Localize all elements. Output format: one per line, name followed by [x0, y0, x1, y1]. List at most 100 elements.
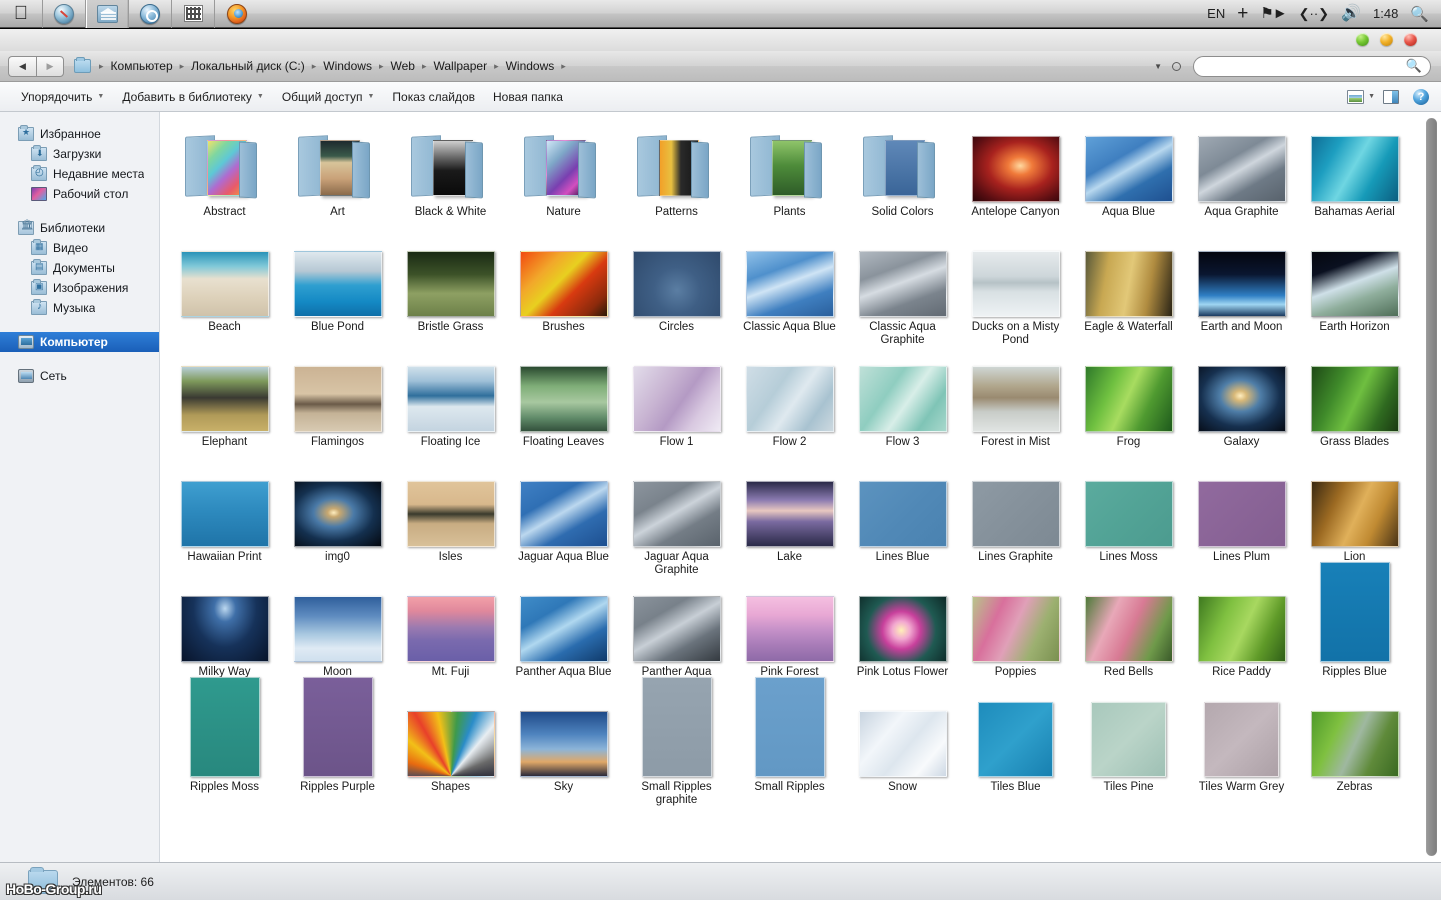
file-item[interactable]: Floating Leaves	[507, 350, 620, 465]
file-item[interactable]: Galaxy	[1185, 350, 1298, 465]
file-item[interactable]: Pink Lotus Flower	[846, 580, 959, 695]
file-manager-launcher[interactable]	[86, 0, 129, 28]
file-item[interactable]: Ripples Blue	[1298, 562, 1411, 695]
file-item[interactable]: Floating Ice	[394, 350, 507, 465]
file-list-pane[interactable]: Abstract Art Black & White Nature Patterns Pl…	[160, 112, 1441, 862]
sidebar-item-pictures[interactable]: Изображения	[0, 278, 159, 298]
file-item[interactable]: Patterns	[620, 120, 733, 235]
command-organize[interactable]: Упорядочить ▼	[12, 86, 113, 108]
file-item[interactable]: Abstract	[168, 120, 281, 235]
file-item[interactable]: Poppies	[959, 580, 1072, 695]
file-item[interactable]: Flamingos	[281, 350, 394, 465]
breadcrumb-item-3[interactable]: Web	[387, 57, 417, 75]
file-item[interactable]: Jaguar Aqua Blue	[507, 465, 620, 580]
command-slideshow[interactable]: Показ слайдов	[383, 86, 484, 108]
breadcrumb-item-4[interactable]: Wallpaper	[430, 57, 490, 75]
file-item[interactable]: Tiles Blue	[959, 695, 1072, 810]
qr-launcher[interactable]	[172, 0, 215, 28]
search-box[interactable]: 🔍	[1193, 55, 1431, 77]
file-item[interactable]: Shapes	[394, 695, 507, 810]
search-input[interactable]	[1202, 58, 1406, 74]
file-item[interactable]: Elephant	[168, 350, 281, 465]
file-item[interactable]: Frog	[1072, 350, 1185, 465]
back-button[interactable]: ◀	[8, 55, 36, 77]
file-item[interactable]: Red Bells	[1072, 580, 1185, 695]
file-item[interactable]: Grass Blades	[1298, 350, 1411, 465]
change-view-icon[interactable]	[1347, 89, 1365, 104]
file-item[interactable]: Lake	[733, 465, 846, 580]
file-item[interactable]: Ducks on a Misty Pond	[959, 235, 1072, 350]
file-item[interactable]: Bahamas Aerial	[1298, 120, 1411, 235]
file-item[interactable]: Small Ripples graphite	[620, 677, 733, 810]
file-item[interactable]: Beach	[168, 235, 281, 350]
input-language-indicator[interactable]: EN	[1207, 0, 1225, 28]
file-item[interactable]: Flow 3	[846, 350, 959, 465]
preview-pane-icon[interactable]	[1383, 89, 1399, 104]
sidebar-item-video[interactable]: Видео	[0, 238, 159, 258]
sidebar-item-favorites[interactable]: Избранное	[0, 124, 159, 144]
file-item[interactable]: Plants	[733, 120, 846, 235]
command-share[interactable]: Общий доступ ▼	[273, 86, 384, 108]
file-item[interactable]: Aqua Blue	[1072, 120, 1185, 235]
chevron-down-icon[interactable]: ▼	[1144, 62, 1172, 71]
close-button[interactable]	[1404, 33, 1417, 46]
view-dropdown-caret[interactable]: ▼	[1366, 93, 1381, 100]
maximize-button[interactable]	[1380, 33, 1393, 46]
file-item[interactable]: Lines Blue	[846, 465, 959, 580]
clock[interactable]: 1:48	[1373, 0, 1398, 28]
file-item[interactable]: Tiles Pine	[1072, 695, 1185, 810]
file-item[interactable]: Earth and Moon	[1185, 235, 1298, 350]
sidebar-item-desktop[interactable]: Рабочий стол	[0, 184, 159, 204]
sidebar-item-documents[interactable]: Документы	[0, 258, 159, 278]
file-item[interactable]: Circles	[620, 235, 733, 350]
file-item[interactable]: Antelope Canyon	[959, 120, 1072, 235]
spotlight-search-icon[interactable]: 🔍	[1410, 0, 1429, 28]
breadcrumb-item-0[interactable]: Компьютер	[108, 57, 176, 75]
file-item[interactable]: Zebras	[1298, 695, 1411, 810]
safari-launcher[interactable]	[43, 0, 86, 28]
file-item[interactable]: img0	[281, 465, 394, 580]
flag-icon[interactable]: ⚑►	[1260, 0, 1287, 28]
file-item[interactable]: Bristle Grass	[394, 235, 507, 350]
command-new-folder[interactable]: Новая папка	[484, 86, 572, 108]
sidebar-item-recent-places[interactable]: Недавние места	[0, 164, 159, 184]
file-item[interactable]: Rice Paddy	[1185, 580, 1298, 695]
file-item[interactable]: Solid Colors	[846, 120, 959, 235]
sidebar-item-network[interactable]: Сеть	[0, 366, 159, 386]
file-item[interactable]: Earth Horizon	[1298, 235, 1411, 350]
file-item[interactable]: Flow 1	[620, 350, 733, 465]
file-item[interactable]: Lines Moss	[1072, 465, 1185, 580]
sidebar-item-music[interactable]: Музыка	[0, 298, 159, 318]
file-item[interactable]: Blue Pond	[281, 235, 394, 350]
file-item[interactable]: Jaguar Aqua Graphite	[620, 465, 733, 580]
file-item[interactable]: Aqua Graphite	[1185, 120, 1298, 235]
network-icon[interactable]: ❮··❯	[1299, 0, 1329, 28]
file-item[interactable]: Forest in Mist	[959, 350, 1072, 465]
file-item[interactable]: Hawaiian Print	[168, 465, 281, 580]
firefox-launcher[interactable]	[215, 0, 258, 28]
breadcrumb-item-5[interactable]: Windows	[503, 57, 558, 75]
scrollbar-thumb[interactable]	[1426, 118, 1437, 856]
sidebar-item-downloads[interactable]: Загрузки	[0, 144, 159, 164]
forward-button[interactable]: ▶	[36, 55, 64, 77]
file-item[interactable]: Isles	[394, 465, 507, 580]
file-item[interactable]: Ripples Purple	[281, 677, 394, 810]
file-item[interactable]: Classic Aqua Graphite	[846, 235, 959, 350]
breadcrumb-item-2[interactable]: Windows	[320, 57, 375, 75]
sidebar-item-computer[interactable]: Компьютер	[0, 332, 159, 352]
help-icon[interactable]: ?	[1413, 88, 1429, 105]
sidebar-item-libraries[interactable]: Библиотеки	[0, 218, 159, 238]
file-item[interactable]: Nature	[507, 120, 620, 235]
file-item[interactable]: Panther Aqua Blue	[507, 580, 620, 695]
file-item[interactable]: Mt. Fuji	[394, 580, 507, 695]
file-item[interactable]: Tiles Warm Grey	[1185, 695, 1298, 810]
minimize-button[interactable]	[1356, 33, 1369, 46]
vertical-scrollbar[interactable]	[1426, 118, 1437, 856]
file-item[interactable]: Small Ripples	[733, 677, 846, 810]
file-item[interactable]: Brushes	[507, 235, 620, 350]
command-add-to-library[interactable]: Добавить в библиотеку ▼	[113, 86, 272, 108]
file-item[interactable]: Art	[281, 120, 394, 235]
spotlight-launcher[interactable]	[129, 0, 172, 28]
volume-icon[interactable]: 🔊	[1341, 0, 1361, 28]
file-item[interactable]: Sky	[507, 695, 620, 810]
